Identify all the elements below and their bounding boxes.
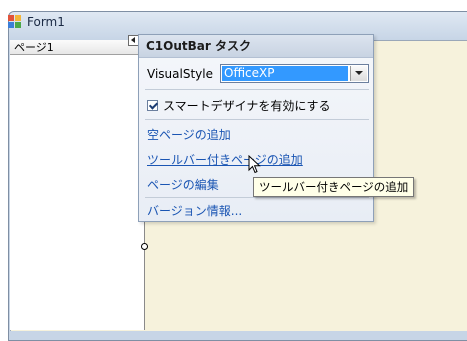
divider [145, 89, 369, 90]
smart-designer-option[interactable]: スマートデザイナを有効にする [147, 97, 331, 114]
outbar-control[interactable]: ページ1 [10, 40, 145, 330]
checkmark-icon[interactable] [147, 100, 158, 111]
panel-header: C1OutBar タスク [139, 35, 373, 58]
mouse-cursor-icon [248, 155, 261, 174]
divider [145, 197, 369, 198]
chevron-down-icon[interactable] [350, 66, 367, 81]
visual-style-value: OfficeXP [222, 66, 348, 81]
divider [145, 119, 369, 120]
version-info-link[interactable]: バージョン情報... [147, 202, 242, 219]
visual-style-label: VisualStyle [147, 67, 213, 81]
outbar-page-tab[interactable]: ページ1 [10, 40, 144, 55]
form-icon [8, 15, 22, 29]
edit-pages-link[interactable]: ページの編集 [147, 176, 219, 193]
add-toolbar-page-link[interactable]: ツールバー付きページの追加 [147, 151, 303, 168]
tooltip: ツールバー付きページの追加 [253, 177, 415, 197]
add-empty-page-link[interactable]: 空ページの追加 [147, 126, 231, 143]
visual-style-select[interactable]: OfficeXP [220, 64, 369, 83]
resize-handle[interactable] [141, 243, 148, 250]
smart-designer-checkbox-label: スマートデザイナを有効にする [163, 99, 331, 113]
form-titlebar: Form1 [8, 12, 65, 32]
form-title: Form1 [27, 15, 65, 29]
